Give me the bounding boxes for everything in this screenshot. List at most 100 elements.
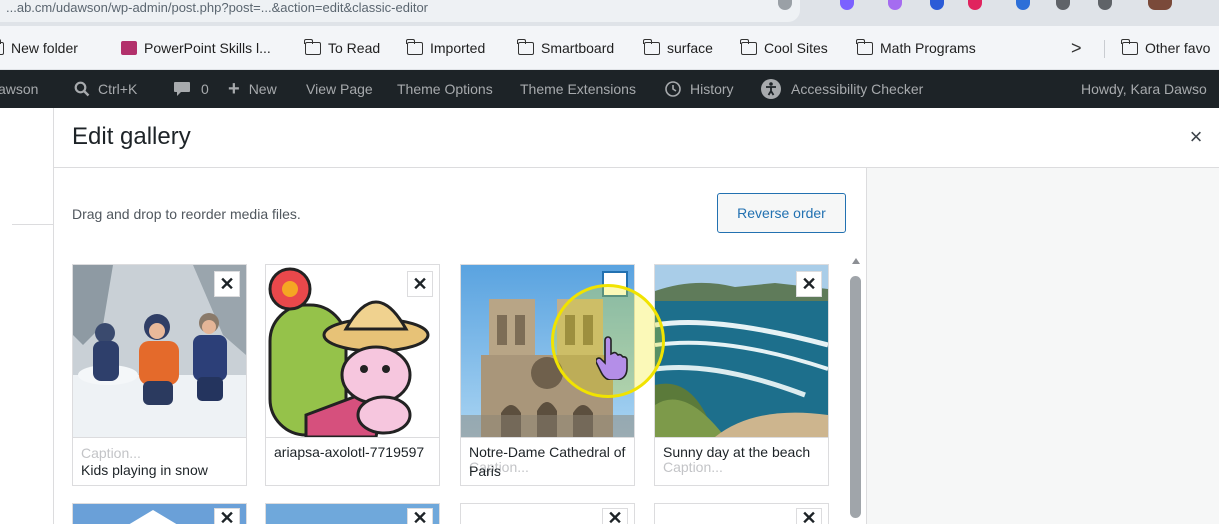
browser-toolbar: ...ab.cm/udawson/wp-admin/post.php?post=… [0,0,1219,26]
gallery-item[interactable]: ✕ [654,503,829,524]
folder-icon [740,38,757,55]
bookmark-smartboard[interactable]: Smartboard [517,26,615,70]
gallery-item[interactable]: ✕ [460,503,635,524]
accessibility-checker-label: Accessibility Checker [791,81,924,97]
bookmark-label: Cool Sites [764,40,828,56]
remove-image-icon[interactable]: ✕ [214,508,240,524]
bookmark-label: New folder [11,40,78,56]
caption-field[interactable]: Caption... Kids playing in snow [73,437,246,485]
remove-image-icon[interactable]: ✕ [407,508,433,524]
scrollbar-thumb[interactable] [850,276,861,518]
remove-image-icon[interactable]: ✕ [214,271,240,297]
caption-field[interactable]: ariapsa-axolotl-7719597 [266,437,439,485]
gallery-item[interactable]: ✕ [72,503,247,524]
image-thumbnail[interactable]: ✕ [266,265,439,437]
howdy-label: Howdy, Kara Dawso [1081,81,1207,97]
remove-image-icon[interactable] [602,271,628,297]
bookmark-label: surface [667,40,713,56]
accessibility-icon [761,79,781,99]
caption-text: Sunny day at the beach [663,444,811,460]
close-icon[interactable]: × [1184,126,1208,150]
hand-cursor-icon [596,336,628,380]
bookmark-to-read[interactable]: To Read [304,26,381,70]
admin-theme-options[interactable]: Theme Options [397,70,493,108]
address-bar[interactable]: ...ab.cm/udawson/wp-admin/post.php?post=… [0,0,800,22]
remove-image-icon[interactable]: ✕ [602,508,628,524]
folder-icon [643,38,660,55]
extension-icon[interactable] [968,0,982,10]
favorites-icon[interactable] [1098,0,1112,10]
image-thumbnail[interactable]: ✕ [73,504,246,524]
search-icon [74,81,90,97]
extension-icon[interactable] [888,0,902,10]
copilot-icon[interactable] [840,0,854,10]
more-bookmarks-button[interactable]: > [1071,26,1082,70]
scroll-up-arrow-icon[interactable] [852,258,860,264]
modal-title: Edit gallery [72,123,191,150]
image-thumbnail[interactable]: ✕ [655,504,828,524]
caption-text: Kids playing in snow [81,462,208,478]
bookmark-label: To Read [328,40,381,56]
remove-image-icon[interactable]: ✕ [407,271,433,297]
admin-account-menu[interactable]: Howdy, Kara Dawso [1081,70,1207,108]
reverse-order-button[interactable]: Reverse order [717,193,846,233]
theme-extensions-label: Theme Extensions [520,81,636,97]
extension-icon[interactable] [1016,0,1030,10]
plus-icon: + [228,77,240,100]
bookmark-other-favorites[interactable]: Other favo [1121,26,1211,70]
admin-new[interactable]: + New [228,70,277,108]
remove-image-icon[interactable]: ✕ [796,508,822,524]
caption-field[interactable]: Caption... Notre-Dame Cathedral of Paris [461,437,634,485]
admin-accessibility-checker[interactable]: Accessibility Checker [760,70,923,108]
gallery-item[interactable]: ✕ Caption... Sunny day at the beach [654,264,829,486]
gallery-item[interactable]: ✕ Caption... Kids playing in snow [72,264,247,486]
caption-text: Notre-Dame Cathedral of Paris [469,444,626,479]
view-page-label: View Page [306,81,373,97]
folder-icon [304,38,321,55]
star-icon[interactable] [778,0,792,10]
bookmark-math-programs[interactable]: Math Programs [856,26,976,70]
image-thumbnail[interactable]: ✕ [655,265,828,437]
gallery-settings-sidebar [866,168,1219,524]
bookmark-cool-sites[interactable]: Cool Sites [740,26,828,70]
image-thumbnail[interactable]: ✕ [73,265,246,437]
remove-image-icon[interactable]: ✕ [796,271,822,297]
new-label: New [248,81,277,97]
search-shortcut-label: Ctrl+K [98,81,138,97]
admin-theme-extensions[interactable]: Theme Extensions [520,70,636,108]
comment-count: 0 [201,81,209,97]
extension-icon[interactable] [930,0,944,10]
admin-history[interactable]: History [664,70,734,108]
admin-view-page[interactable]: View Page [306,70,373,108]
admin-search[interactable]: Ctrl+K [74,70,137,108]
history-label: History [690,81,734,97]
bookmark-powerpoint-skills[interactable]: PowerPoint Skills l... [121,26,271,70]
folder-icon [856,38,873,55]
bookmark-imported[interactable]: Imported [406,26,486,70]
settings-icon[interactable] [1056,0,1070,10]
folder-icon [517,38,534,55]
admin-comments[interactable]: 0 [173,70,209,108]
image-thumbnail[interactable]: ✕ [461,504,634,524]
bookmark-label: Other favo [1145,40,1211,56]
menu-separator [12,224,54,225]
bookmark-surface[interactable]: surface [643,26,713,70]
site-name-label: awson [0,81,39,97]
folder-icon [406,38,423,55]
gallery-item[interactable]: ✕ ariapsa-axolotl-7719597 [265,264,440,486]
admin-site-name[interactable]: awson [0,70,38,108]
theme-options-label: Theme Options [397,81,493,97]
caption-text: ariapsa-axolotl-7719597 [274,444,425,460]
chevron-right-icon: > [1071,37,1082,58]
wp-admin-bar: awson Ctrl+K 0 + New View Page Theme Opt… [0,70,1219,108]
bookmarks-bar: New folder PowerPoint Skills l... To Rea… [0,26,1219,70]
bookmark-label: Imported [430,40,486,56]
image-thumbnail[interactable]: ✕ [266,504,439,524]
bookmarks-divider [1104,40,1105,58]
profile-avatar-icon[interactable] [1148,0,1172,10]
caption-field[interactable]: Caption... Sunny day at the beach [655,437,828,485]
bookmark-label: Smartboard [541,40,615,56]
gallery-item[interactable]: ✕ [265,503,440,524]
media-modal-menu [0,108,54,524]
bookmark-new-folder[interactable]: New folder [0,26,78,70]
